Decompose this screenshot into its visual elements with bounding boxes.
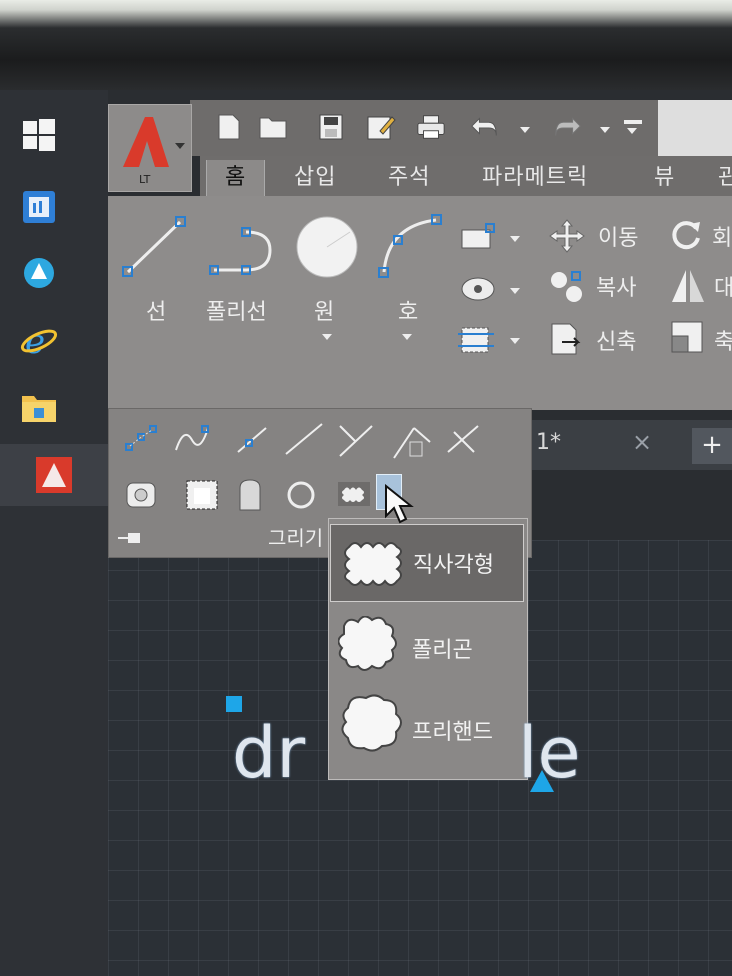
draw-panel-title[interactable]: 그리기: [268, 522, 323, 551]
wipeout-tool-icon[interactable]: [444, 422, 484, 458]
scale-tool-label[interactable]: 축: [714, 324, 732, 356]
pin-panel-icon[interactable]: [116, 530, 144, 546]
region-tool-icon[interactable]: [390, 422, 434, 462]
file-explorer-icon[interactable]: [18, 386, 60, 428]
hatch-tool-icon[interactable]: [458, 274, 498, 304]
document-tab-bar: 1* × +: [532, 420, 732, 470]
gradient-hatch-icon[interactable]: [184, 478, 220, 512]
customize-qat-icon[interactable]: [624, 120, 642, 124]
application-menu-button[interactable]: LT: [108, 104, 192, 192]
drawing-text-right[interactable]: le: [518, 712, 581, 794]
network-app-icon[interactable]: [18, 186, 60, 228]
redo-icon[interactable]: [552, 112, 582, 142]
hatch-dropdown-icon[interactable]: [510, 288, 520, 294]
arc-tool-icon[interactable]: [374, 212, 446, 284]
menu-item-label: 프리핸드: [412, 720, 493, 745]
circle-tool-icon[interactable]: [294, 214, 360, 280]
redo-dropdown-icon[interactable]: [600, 127, 610, 133]
new-file-icon[interactable]: [214, 112, 244, 142]
save-icon[interactable]: [316, 112, 346, 142]
text-grip-handle[interactable]: [226, 696, 242, 712]
arc-dropdown-icon[interactable]: [402, 334, 412, 340]
rotate-tool-label[interactable]: 회: [712, 220, 732, 252]
freehand-revcloud-icon: [341, 694, 402, 752]
tab-home[interactable]: 홈: [206, 160, 266, 196]
stretch-tool-label[interactable]: 신축: [596, 324, 636, 356]
close-tab-icon[interactable]: ×: [632, 428, 652, 456]
windows-start-icon[interactable]: [18, 114, 60, 156]
revcloud-tool-icon[interactable]: [336, 480, 372, 508]
construction-line-icon[interactable]: [336, 422, 376, 458]
scale-tool-icon[interactable]: [670, 320, 706, 356]
chevron-down-icon: [175, 143, 185, 149]
undo-dropdown-icon[interactable]: [520, 127, 530, 133]
menu-item-label: 직사각형: [413, 553, 494, 578]
polyline-tool-icon[interactable]: [206, 222, 286, 278]
mirror-tool-label[interactable]: 대: [714, 270, 732, 302]
mouse-cursor-icon: [385, 484, 414, 524]
new-tab-button[interactable]: +: [692, 428, 732, 464]
drawing-text-left[interactable]: dr: [232, 712, 305, 794]
title-area: [658, 100, 732, 156]
save-as-icon[interactable]: [366, 112, 396, 142]
tab-insert[interactable]: 삽입: [294, 160, 336, 196]
line-tool-label[interactable]: 선: [146, 294, 166, 326]
arc-tool-label[interactable]: 호: [398, 294, 418, 326]
polyline-tool-label[interactable]: 폴리선: [206, 294, 267, 326]
tab-annotate[interactable]: 주석: [388, 160, 430, 196]
customize-qat-arrow-icon[interactable]: [627, 128, 637, 134]
multipoint-tool-icon[interactable]: [124, 424, 160, 454]
autocad-logo-icon: [123, 117, 169, 167]
move-tool-label[interactable]: 이동: [598, 220, 638, 252]
undo-icon[interactable]: [470, 112, 500, 142]
ray-tool-icon[interactable]: [234, 424, 270, 456]
monitor-bezel: [0, 0, 732, 90]
mirror-tool-icon[interactable]: [670, 266, 706, 306]
ellipse-tool-icon[interactable]: [284, 478, 318, 512]
line-tool-icon[interactable]: [120, 214, 190, 280]
boundary-dropdown-icon[interactable]: [510, 338, 520, 344]
tab-parametric[interactable]: 파라메트릭: [482, 160, 588, 196]
rectangle-dropdown-icon[interactable]: [510, 236, 520, 242]
menu-item-polygonal[interactable]: 폴리곤: [330, 606, 524, 684]
circle-dropdown-icon[interactable]: [322, 334, 332, 340]
rectangle-tool-icon[interactable]: [458, 222, 498, 252]
svg-text:e: e: [25, 322, 45, 361]
logo-sub-label: LT: [139, 173, 151, 186]
xline-tool-icon[interactable]: [284, 422, 324, 456]
boundary-tool-icon[interactable]: [456, 322, 496, 358]
open-folder-icon[interactable]: [258, 112, 288, 142]
circle-tool-label[interactable]: 원: [314, 294, 334, 326]
browser-app-icon[interactable]: [18, 252, 60, 294]
print-icon[interactable]: [416, 112, 446, 142]
tab-manage[interactable]: 관: [718, 160, 732, 196]
menu-item-rectangular[interactable]: 직사각형: [330, 524, 524, 602]
donut-tool-icon[interactable]: [234, 478, 266, 512]
move-tool-icon[interactable]: [548, 218, 586, 254]
internet-explorer-icon[interactable]: e: [18, 320, 60, 362]
ribbon-tab-bar: [200, 156, 732, 198]
rotate-tool-icon[interactable]: [668, 218, 704, 254]
stretch-tool-icon[interactable]: [548, 320, 586, 358]
menu-item-label: 폴리곤: [412, 638, 473, 663]
tab-view[interactable]: 뷰: [654, 160, 675, 196]
copy-tool-label[interactable]: 복사: [596, 270, 636, 302]
rectangular-revcloud-icon: [344, 542, 402, 586]
menu-item-freehand[interactable]: 프리핸드: [330, 686, 524, 764]
autocad-taskbar-icon[interactable]: [0, 444, 108, 506]
copy-tool-icon[interactable]: [548, 268, 588, 304]
document-tab-label[interactable]: 1*: [536, 430, 561, 455]
windows-taskbar: e: [0, 90, 108, 976]
spline-tool-icon[interactable]: [174, 424, 212, 454]
polygon-tool-icon[interactable]: [124, 480, 158, 510]
polygonal-revcloud-icon: [338, 616, 397, 671]
